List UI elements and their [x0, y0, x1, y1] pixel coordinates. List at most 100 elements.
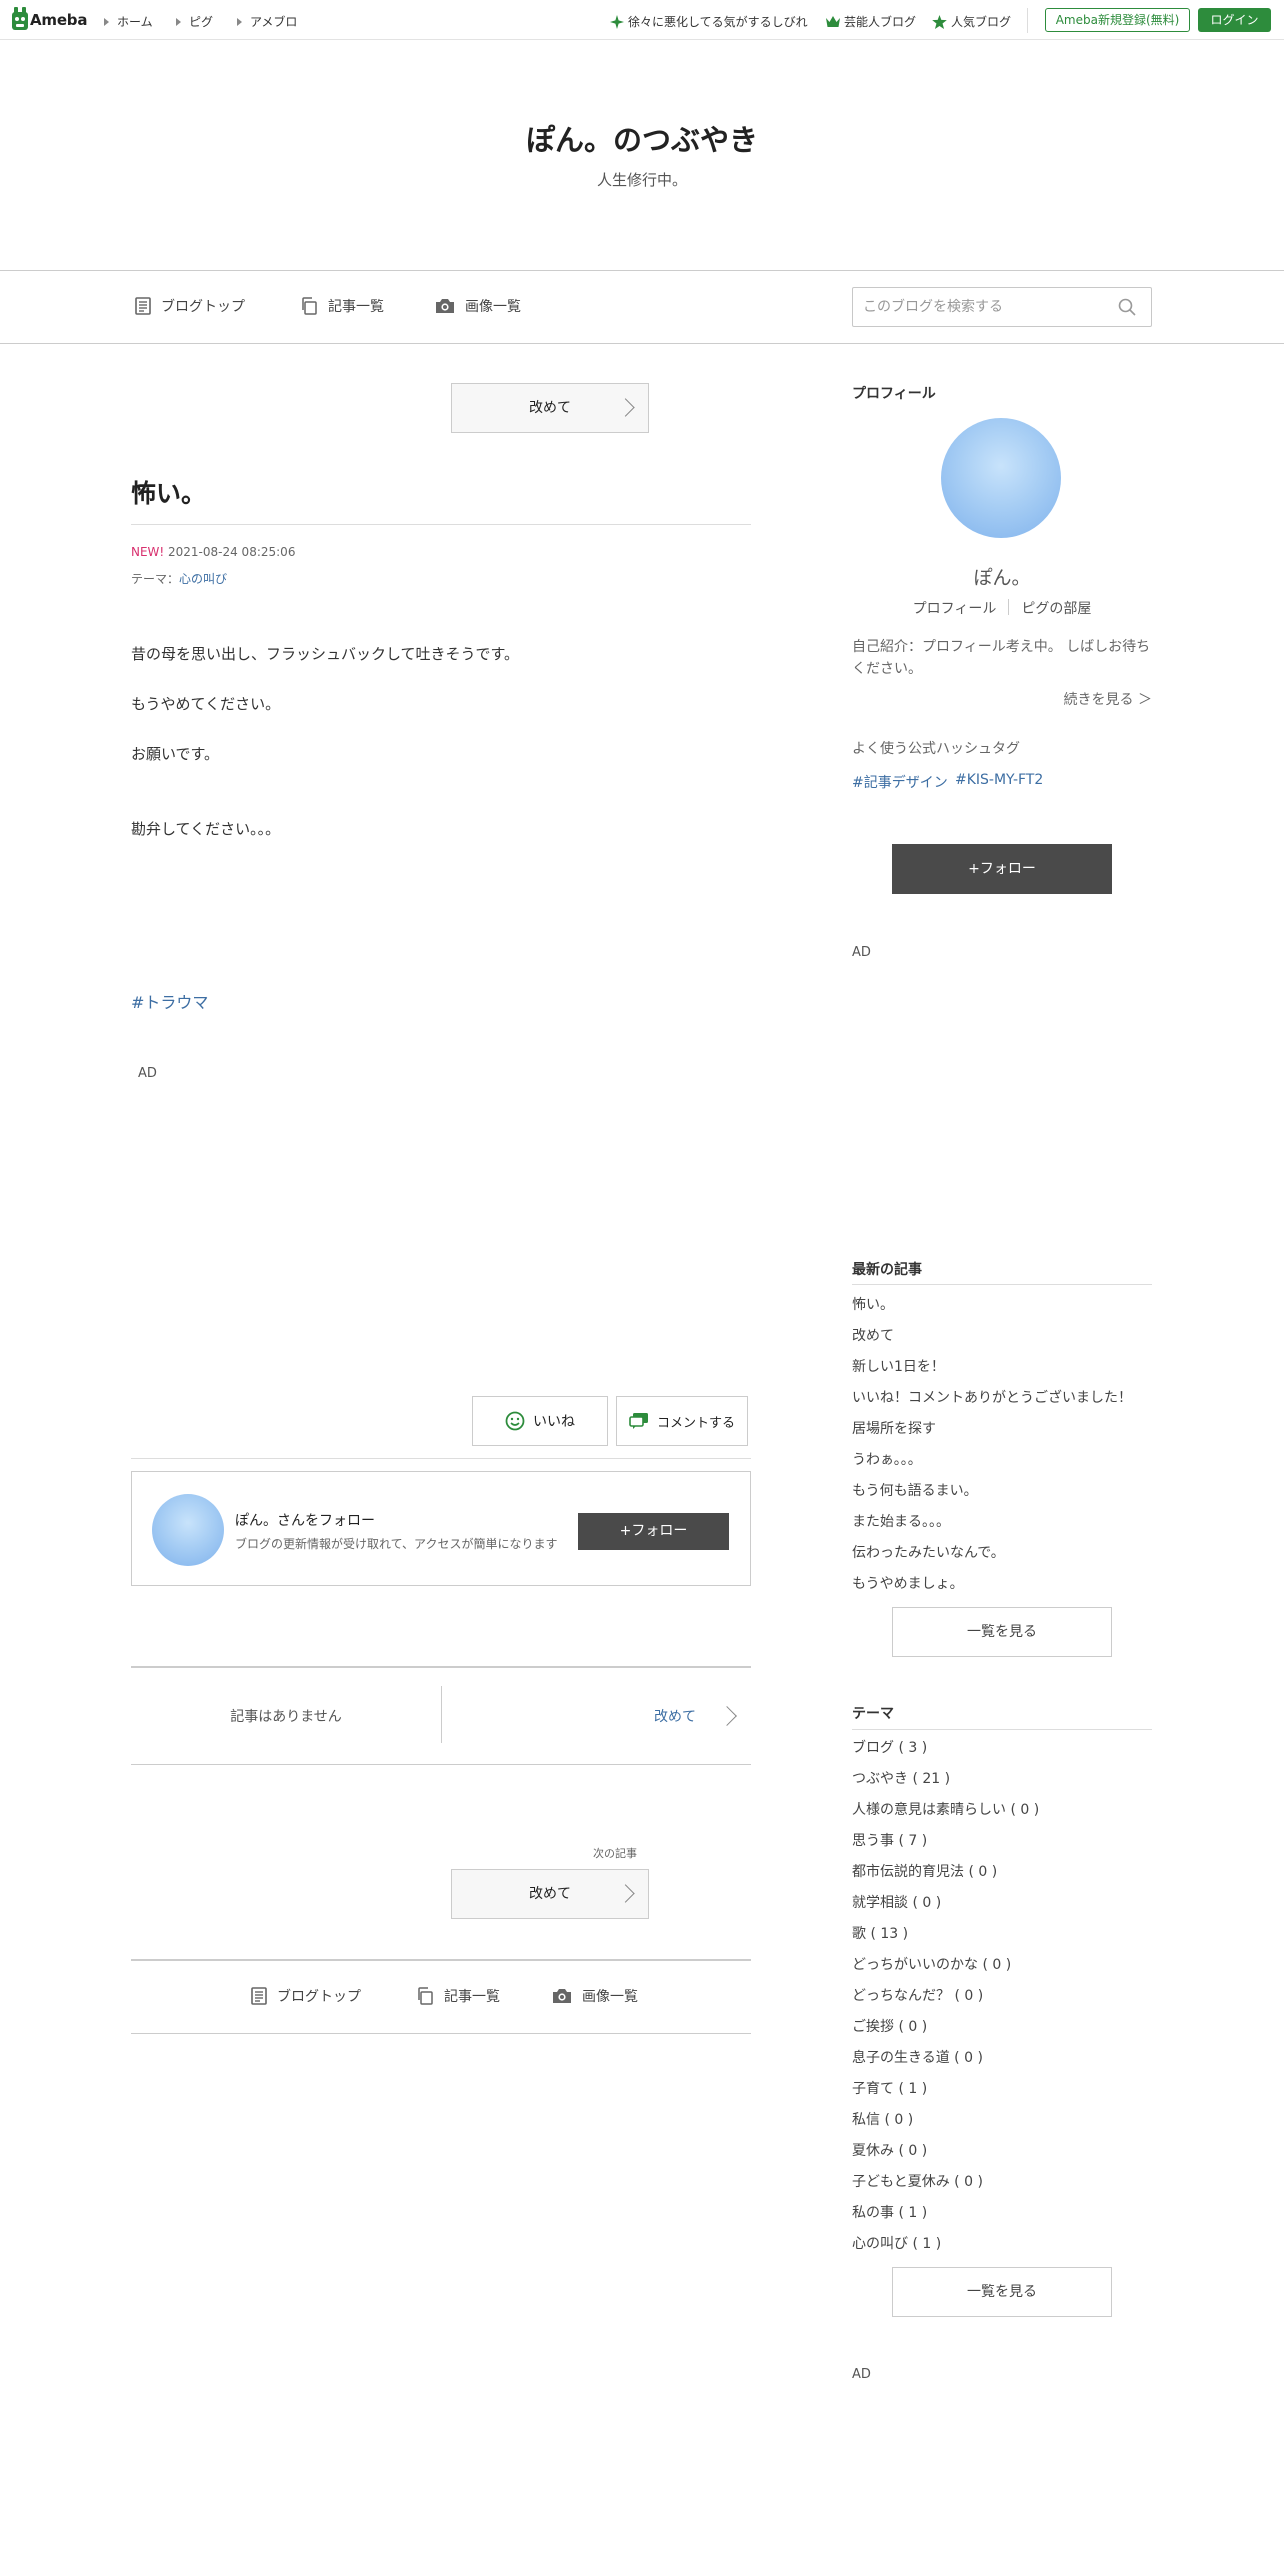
triangle-right-icon: [104, 17, 109, 26]
next-article-label: 次の記事: [593, 1847, 637, 1860]
theme-item[interactable]: 都市伝説的育児法 ( 0 ): [852, 1861, 997, 1881]
like-button[interactable]: いいね: [472, 1396, 608, 1446]
theme-item[interactable]: 人様の意見は素晴らしい ( 0 ): [852, 1799, 1039, 1819]
theme-item[interactable]: どっちなんだ？ ( 0 ): [852, 1985, 983, 2005]
comment-button[interactable]: コメントする: [616, 1396, 748, 1446]
sidebar-follow-button[interactable]: +フォロー: [892, 844, 1112, 894]
hashtag-heading: よく使う公式ハッシュタグ: [852, 741, 1020, 757]
nav-entry-list[interactable]: 記事一覧: [300, 296, 384, 316]
next-article-button[interactable]: 改めて: [451, 1869, 649, 1919]
theme-item[interactable]: 子育て ( 1 ): [852, 2078, 927, 2098]
crown-icon: [826, 15, 840, 27]
recent-item[interactable]: 怖い。: [852, 1294, 894, 1314]
topnav-pigg-label: ピグ: [189, 15, 214, 29]
sidebar-hashtag[interactable]: #KIS-MY-FT2: [955, 772, 1043, 788]
entry-date: 2021-08-24 08:25:06: [168, 545, 296, 559]
theme-link[interactable]: 心の叫び: [179, 572, 227, 586]
topnav-pigg[interactable]: ピグ: [176, 13, 213, 30]
pager-divider-bottom: [131, 1764, 751, 1765]
chevron-right-icon[interactable]: [717, 1706, 737, 1726]
search-input[interactable]: [863, 288, 1103, 326]
topnav-home[interactable]: ホーム: [104, 13, 153, 30]
recent-more-button[interactable]: 一覧を見る: [892, 1607, 1112, 1657]
follow-button[interactable]: +フォロー: [578, 1513, 729, 1550]
recent-item[interactable]: 居場所を探す: [852, 1418, 936, 1438]
recent-item[interactable]: うわぁ。。。: [852, 1449, 922, 1469]
chevron-right-icon: [616, 1884, 635, 1903]
prev-article-button[interactable]: 改めて: [451, 383, 649, 433]
theme-item[interactable]: ご挨拶 ( 0 ): [852, 2016, 927, 2036]
trending-label: 徐々に悪化してる気がするしびれ: [628, 15, 808, 29]
profile-link[interactable]: プロフィール: [913, 598, 997, 618]
ameba-logo[interactable]: Ameba: [30, 11, 87, 29]
recent-item[interactable]: いいね！コメントありがとうございました！: [852, 1387, 1132, 1407]
document-icon: [251, 1987, 267, 2005]
theme-item[interactable]: 就学相談 ( 0 ): [852, 1892, 941, 1912]
register-button[interactable]: Ameba新規登録(無料): [1045, 8, 1190, 32]
recent-heading: 最新の記事: [852, 1262, 922, 1278]
triangle-right-icon: [237, 17, 242, 26]
trending-link[interactable]: 徐々に悪化してる気がするしびれ: [610, 13, 808, 30]
search-icon[interactable]: [1118, 298, 1136, 316]
topnav-ameblo[interactable]: アメブロ: [237, 13, 297, 30]
bottom-nav-blog-top[interactable]: ブログトップ: [251, 1986, 361, 2006]
follow-button-label: フォロー: [631, 1523, 688, 1539]
recent-item[interactable]: 新しい1日を！: [852, 1356, 945, 1376]
theme-item[interactable]: どっちがいいのかな ( 0 ): [852, 1954, 1011, 1974]
ad-label: AD: [852, 945, 871, 960]
ameba-logo-icon[interactable]: [10, 6, 30, 34]
pager-divider-top: [131, 1666, 751, 1668]
recent-item[interactable]: 改めて: [852, 1325, 894, 1345]
theme-item[interactable]: 思う事 ( 7 ): [852, 1830, 927, 1850]
theme-item[interactable]: 心の叫び ( 1 ): [852, 2233, 941, 2253]
entry-paragraph: 勘弁してください。。。: [131, 820, 281, 838]
sparkle-icon: [610, 14, 624, 29]
theme-label: テーマ：: [131, 572, 180, 586]
celebrity-blog-link[interactable]: 芸能人ブログ: [826, 13, 916, 30]
triangle-right-icon: [176, 17, 181, 26]
divider: [131, 1458, 751, 1459]
ad-label: AD: [138, 1066, 157, 1081]
theme-item[interactable]: 息子の生きる道 ( 0 ): [852, 2047, 983, 2067]
pig-room-link[interactable]: ピグの部屋: [1021, 598, 1091, 618]
camera-icon: [553, 1989, 571, 2003]
theme-item[interactable]: 歌 ( 13 ): [852, 1923, 908, 1943]
smile-icon: [505, 1411, 525, 1431]
pager-next-link[interactable]: 改めて: [654, 1706, 696, 1726]
sidebar-hashtag[interactable]: #記事デザイン: [852, 772, 948, 792]
avatar[interactable]: [152, 1494, 224, 1566]
entry-hashtag[interactable]: #トラウマ: [131, 989, 208, 1013]
theme-divider: [852, 1729, 1152, 1730]
camera-icon: [436, 299, 454, 313]
pager-divider-middle: [441, 1686, 442, 1743]
profile-avatar[interactable]: [941, 418, 1061, 538]
recent-item[interactable]: 伝わったみたいなんで。: [852, 1542, 1005, 1562]
theme-item[interactable]: 私の事 ( 1 ): [852, 2202, 927, 2222]
nav-blog-top-label: ブログトップ: [161, 299, 245, 315]
recent-item[interactable]: もう何も語るまい。: [852, 1480, 978, 1500]
theme-item[interactable]: 夏休み ( 0 ): [852, 2140, 927, 2160]
profile-name: ぽん。: [973, 567, 1031, 589]
bottom-nav-blog-top-label: ブログトップ: [277, 1989, 361, 2005]
recent-item[interactable]: もうやめましょ。: [852, 1573, 964, 1593]
next-article-button-label: 改めて: [529, 1886, 571, 1902]
theme-item[interactable]: つぶやき ( 21 ): [852, 1768, 950, 1788]
bottom-nav-entry-list[interactable]: 記事一覧: [416, 1986, 500, 2006]
entry-paragraph: もうやめてください。: [131, 695, 281, 713]
login-button[interactable]: ログイン: [1198, 8, 1271, 32]
bottom-nav-image-list[interactable]: 画像一覧: [552, 1986, 638, 2006]
celebrity-blog-label: 芸能人ブログ: [844, 15, 917, 29]
profile-more-link[interactable]: 続きを見る ＞: [852, 689, 1152, 709]
sidebar-follow-label: フォロー: [979, 861, 1036, 877]
top-bar: Ameba ホーム ピグ アメブロ 徐々に悪化してる気がするしびれ 芸能人ブログ…: [0, 0, 1284, 40]
blog-title[interactable]: ぽん。のつぶやき: [0, 117, 1284, 159]
nav-image-list[interactable]: 画像一覧: [435, 296, 521, 316]
theme-item[interactable]: 子どもと夏休み ( 0 ): [852, 2171, 983, 2191]
theme-more-button[interactable]: 一覧を見る: [892, 2267, 1112, 2317]
nav-blog-top[interactable]: ブログトップ: [135, 296, 245, 316]
popular-blog-link[interactable]: 人気ブログ: [932, 13, 1011, 30]
chevron-right-icon: [616, 398, 635, 417]
recent-item[interactable]: また始まる。。。: [852, 1511, 950, 1531]
theme-item[interactable]: 私信 ( 0 ): [852, 2109, 913, 2129]
theme-item[interactable]: ブログ ( 3 ): [852, 1737, 927, 1757]
